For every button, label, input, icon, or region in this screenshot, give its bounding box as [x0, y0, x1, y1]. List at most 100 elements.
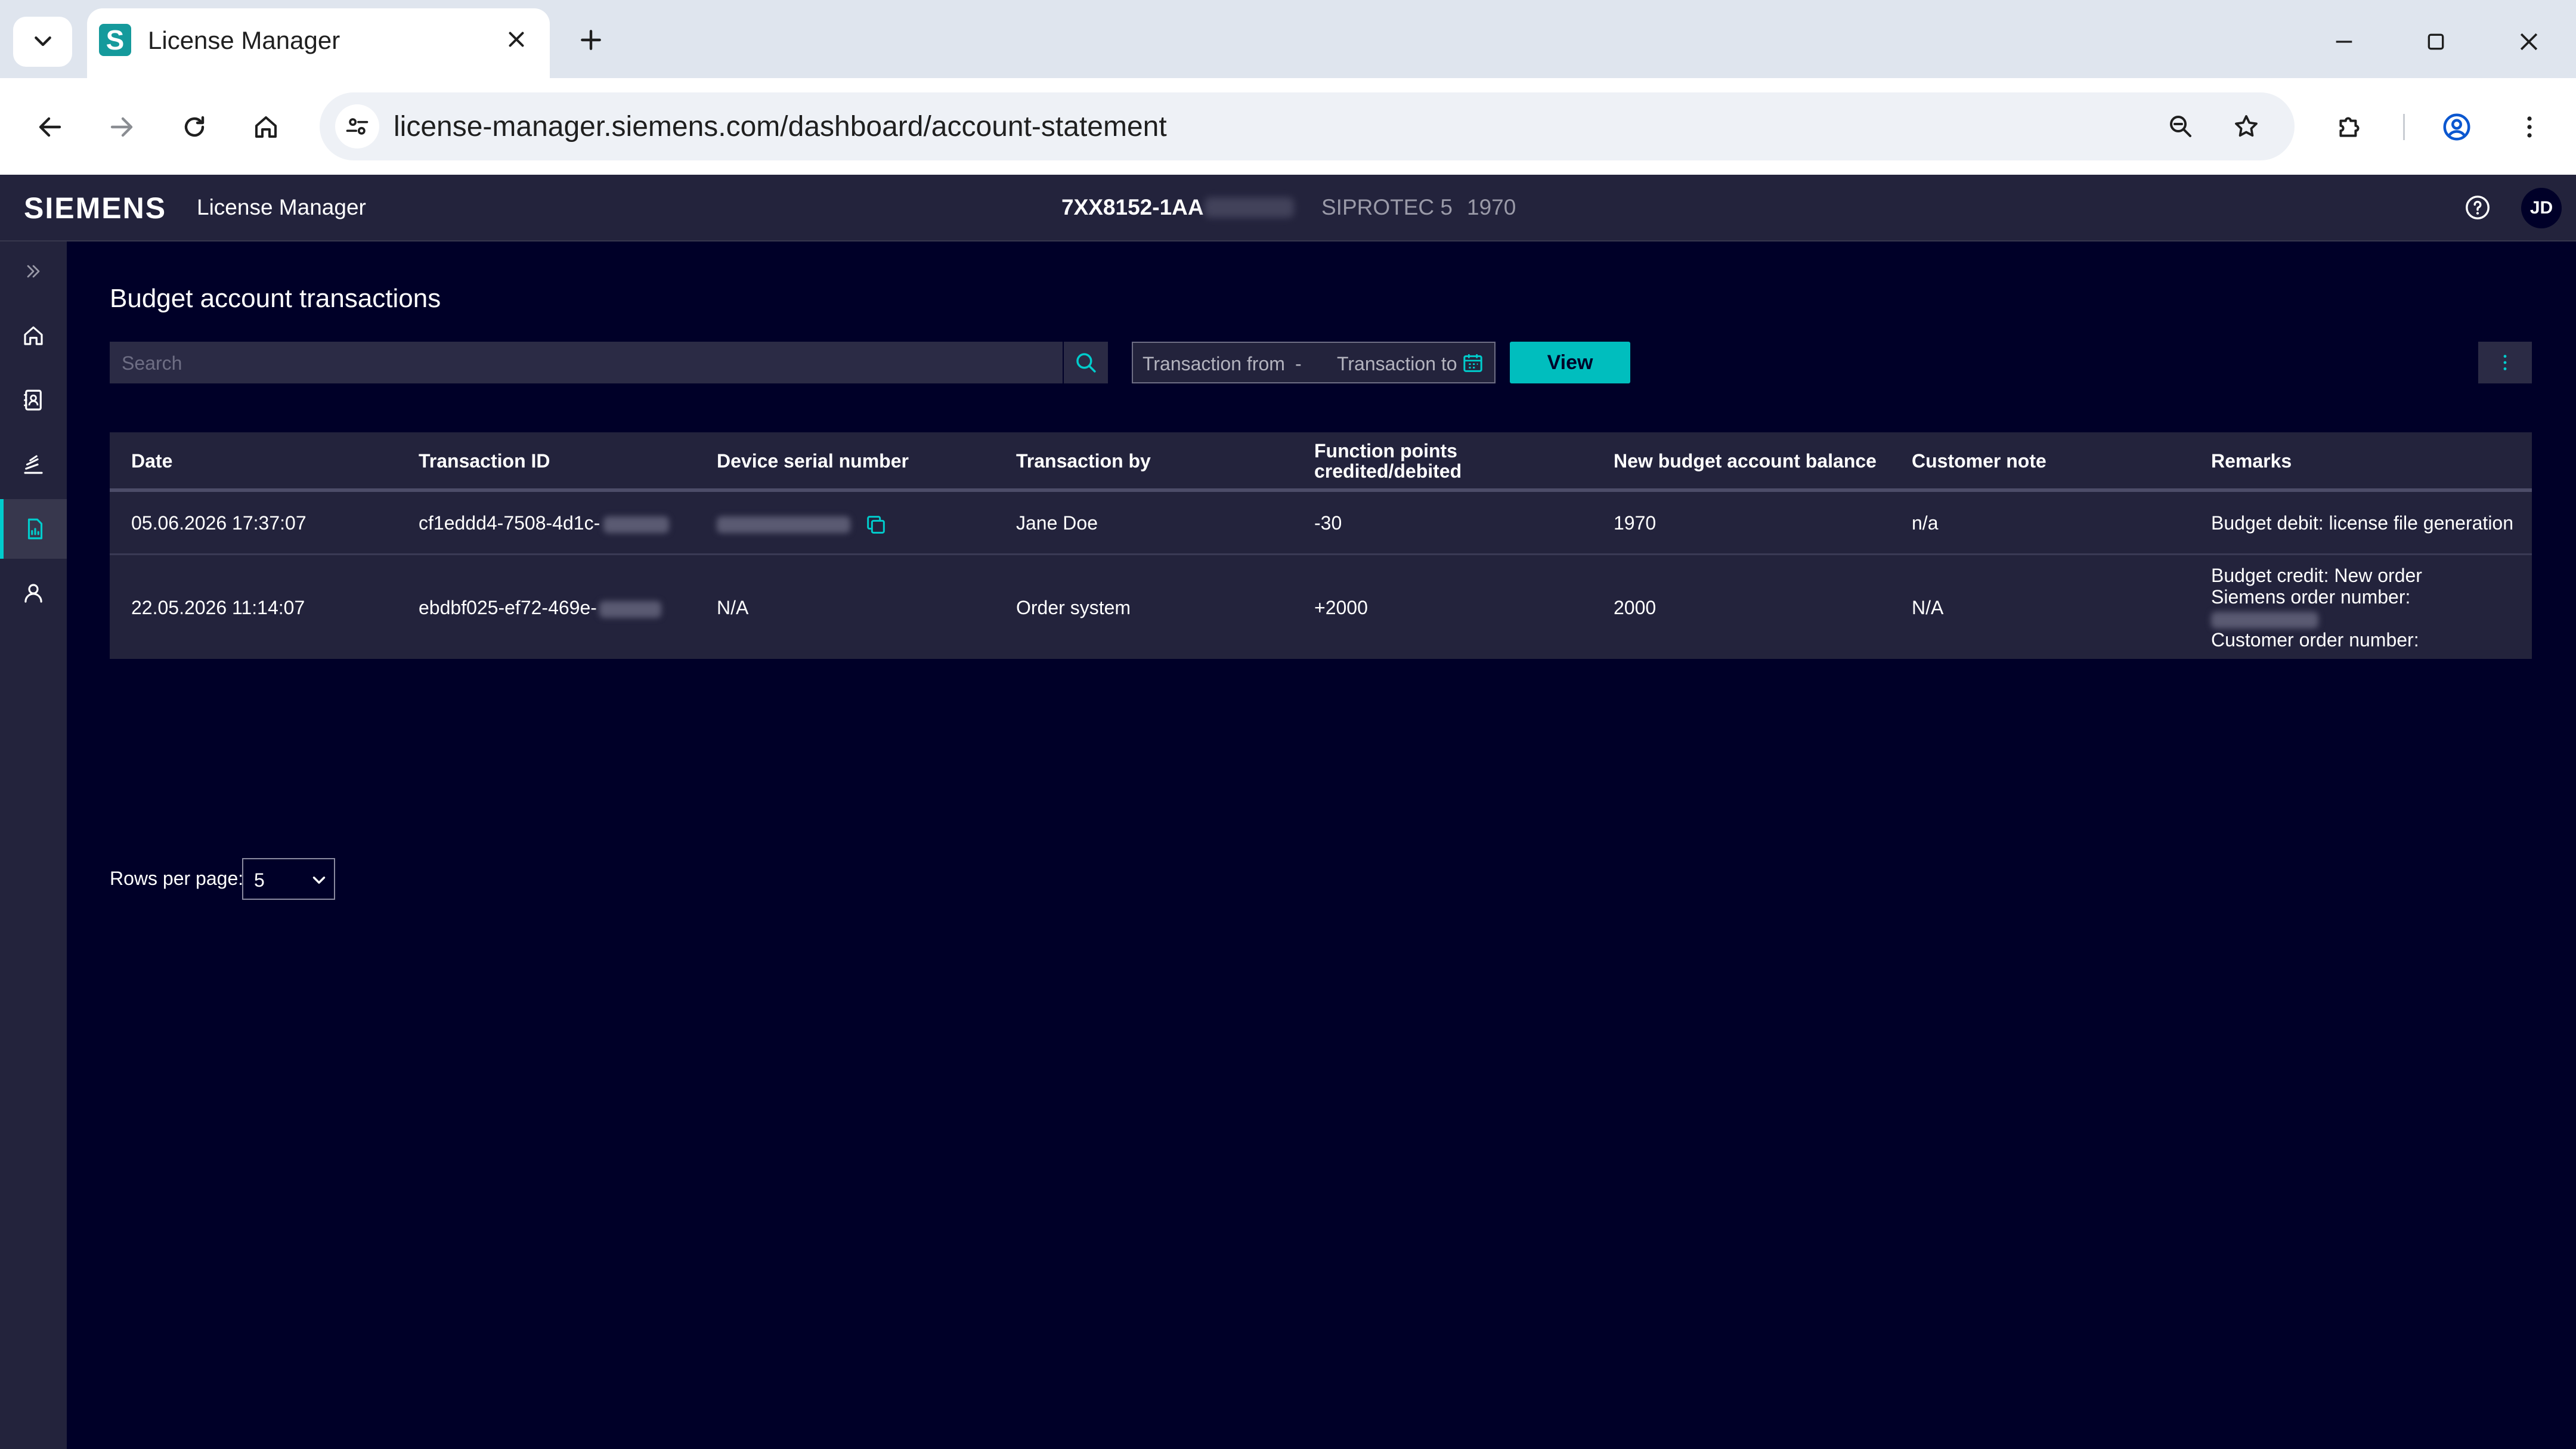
close-icon: [509, 32, 524, 47]
column-header-transaction-id[interactable]: Transaction ID: [419, 432, 550, 490]
sidebar-item-contacts[interactable]: [0, 370, 67, 430]
sidebar-item-licenses[interactable]: [0, 435, 67, 494]
transaction-from-field[interactable]: Transaction from: [1143, 353, 1285, 375]
remarks-line: Customer order number:: [2211, 629, 2419, 651]
minimize-button[interactable]: [2317, 18, 2371, 66]
order-number-redacted: [2211, 611, 2318, 628]
url-text[interactable]: license-manager.siemens.com/dashboard/ac…: [394, 110, 1167, 143]
side-navigation: [0, 242, 67, 1449]
column-header-date[interactable]: Date: [131, 432, 172, 490]
arrow-right-icon: [110, 117, 133, 137]
zoom-button[interactable]: [2160, 106, 2202, 147]
cell-device-serial: N/A: [717, 597, 749, 618]
browser-tab-active[interactable]: S License Manager: [87, 8, 550, 78]
user-avatar[interactable]: JD: [2521, 188, 2562, 228]
cell-customer-note: N/A: [1912, 597, 1944, 618]
cell-balance: 1970: [1614, 512, 1657, 534]
license-manager-app: SIEMENS License Manager 7XX8152-1AA SIPR…: [0, 175, 2576, 1449]
siemens-logo: SIEMENS: [24, 191, 167, 225]
cell-date: 05.06.2026 17:37:07: [131, 512, 306, 534]
cell-transaction-by: Jane Doe: [1016, 512, 1098, 534]
close-icon: [2520, 33, 2538, 51]
column-header-balance[interactable]: New budget account balance: [1614, 432, 1877, 490]
transactions-table: Date Transaction ID Device serial number…: [110, 432, 2532, 659]
bookmark-button[interactable]: [2225, 106, 2267, 147]
app-name: License Manager: [197, 195, 366, 219]
transaction-to-field[interactable]: Transaction to: [1337, 353, 1457, 375]
chevron-down-icon: [312, 877, 326, 884]
table-row[interactable]: 05.06.2026 17:37:07 cf1eddd4-7508-4d1c- …: [110, 492, 2532, 555]
back-button[interactable]: [25, 102, 75, 152]
stack-icon: [24, 455, 43, 474]
star-icon: [2235, 115, 2258, 137]
cell-transaction-by: Order system: [1016, 597, 1131, 618]
maximize-button[interactable]: [2409, 18, 2463, 66]
more-options-button[interactable]: [2478, 342, 2532, 383]
new-tab-button[interactable]: [570, 19, 612, 61]
copy-icon[interactable]: [864, 513, 888, 537]
plus-icon: [581, 30, 601, 50]
site-info-button[interactable]: [335, 104, 379, 148]
cell-device-serial: [717, 512, 888, 537]
address-book-icon: [24, 389, 42, 411]
document-chart-icon: [27, 518, 43, 540]
sidebar-item-user[interactable]: [0, 564, 67, 623]
tab-title: License Manager: [148, 26, 340, 54]
column-header-transaction-by[interactable]: Transaction by: [1016, 432, 1151, 490]
column-header-remarks[interactable]: Remarks: [2211, 432, 2292, 490]
rows-per-page-label: Rows per page:: [110, 868, 244, 889]
cell-customer-note: n/a: [1912, 512, 1939, 534]
device-model: SIPROTEC 5: [1321, 195, 1453, 219]
sidebar-item-home[interactable]: [0, 306, 67, 366]
cell-balance: 2000: [1614, 597, 1657, 618]
search-input[interactable]: Search: [110, 342, 1064, 383]
calendar-icon[interactable]: [1461, 351, 1485, 375]
help-icon: [2466, 196, 2490, 219]
tab-search-button[interactable]: [13, 17, 72, 67]
forward-button[interactable]: [97, 102, 147, 152]
remarks-line-redacted: [2211, 608, 2521, 629]
transaction-id-redacted: [603, 516, 670, 533]
extensions-button[interactable]: [2324, 102, 2374, 152]
column-header-device-serial[interactable]: Device serial number: [717, 432, 909, 490]
toolbar-separator: [2403, 114, 2405, 140]
account-circle-icon: [2443, 113, 2470, 141]
browser-toolbar: license-manager.siemens.com/dashboard/ac…: [0, 78, 2576, 175]
device-balance: 1970: [1467, 195, 1516, 219]
view-button[interactable]: View: [1510, 342, 1630, 383]
address-bar[interactable]: license-manager.siemens.com/dashboard/ac…: [320, 92, 2295, 160]
profile-button[interactable]: [2432, 102, 2482, 152]
cell-remarks: Budget debit: license file generation: [2211, 512, 2514, 534]
more-vert-icon: [2503, 355, 2507, 370]
rows-per-page-select[interactable]: 5: [242, 858, 335, 900]
column-header-function-points[interactable]: Function points credited/debited: [1314, 432, 1462, 490]
home-button[interactable]: [241, 102, 291, 152]
rows-per-page-value: 5: [254, 869, 265, 891]
tab-close-button[interactable]: [499, 21, 534, 57]
table-row[interactable]: 22.05.2026 11:14:07 ebdbf025-ef72-469e- …: [110, 555, 2532, 659]
more-vert-icon: [2527, 116, 2532, 138]
chevron-down-icon: [34, 36, 51, 47]
table-header: Date Transaction ID Device serial number…: [110, 432, 2532, 492]
device-serial-redacted: [717, 516, 850, 533]
cell-date: 22.05.2026 11:14:07: [131, 597, 305, 618]
arrow-left-icon: [39, 117, 61, 137]
sidebar-expand-button[interactable]: [0, 242, 67, 301]
range-separator: -: [1295, 353, 1302, 374]
help-button[interactable]: [2464, 194, 2491, 221]
function-points-label-line-2: credited/debited: [1314, 460, 1462, 482]
remarks-line: Siemens order number:: [2211, 586, 2411, 608]
reload-button[interactable]: [169, 102, 219, 152]
cell-function-points: -30: [1314, 512, 1342, 534]
search-icon: [1076, 353, 1096, 373]
search-button[interactable]: [1063, 342, 1108, 383]
cell-transaction-id: cf1eddd4-7508-4d1c-: [419, 512, 670, 534]
date-range-picker[interactable]: Transaction from - Transaction to: [1132, 342, 1496, 383]
sidebar-item-account-statement[interactable]: [0, 499, 67, 559]
column-header-customer-note[interactable]: Customer note: [1912, 432, 2046, 490]
transaction-id-redacted: [599, 600, 661, 618]
browser-menu-button[interactable]: [2504, 102, 2555, 152]
window-close-button[interactable]: [2502, 18, 2556, 66]
home-icon: [255, 116, 277, 138]
user-icon: [24, 584, 42, 603]
